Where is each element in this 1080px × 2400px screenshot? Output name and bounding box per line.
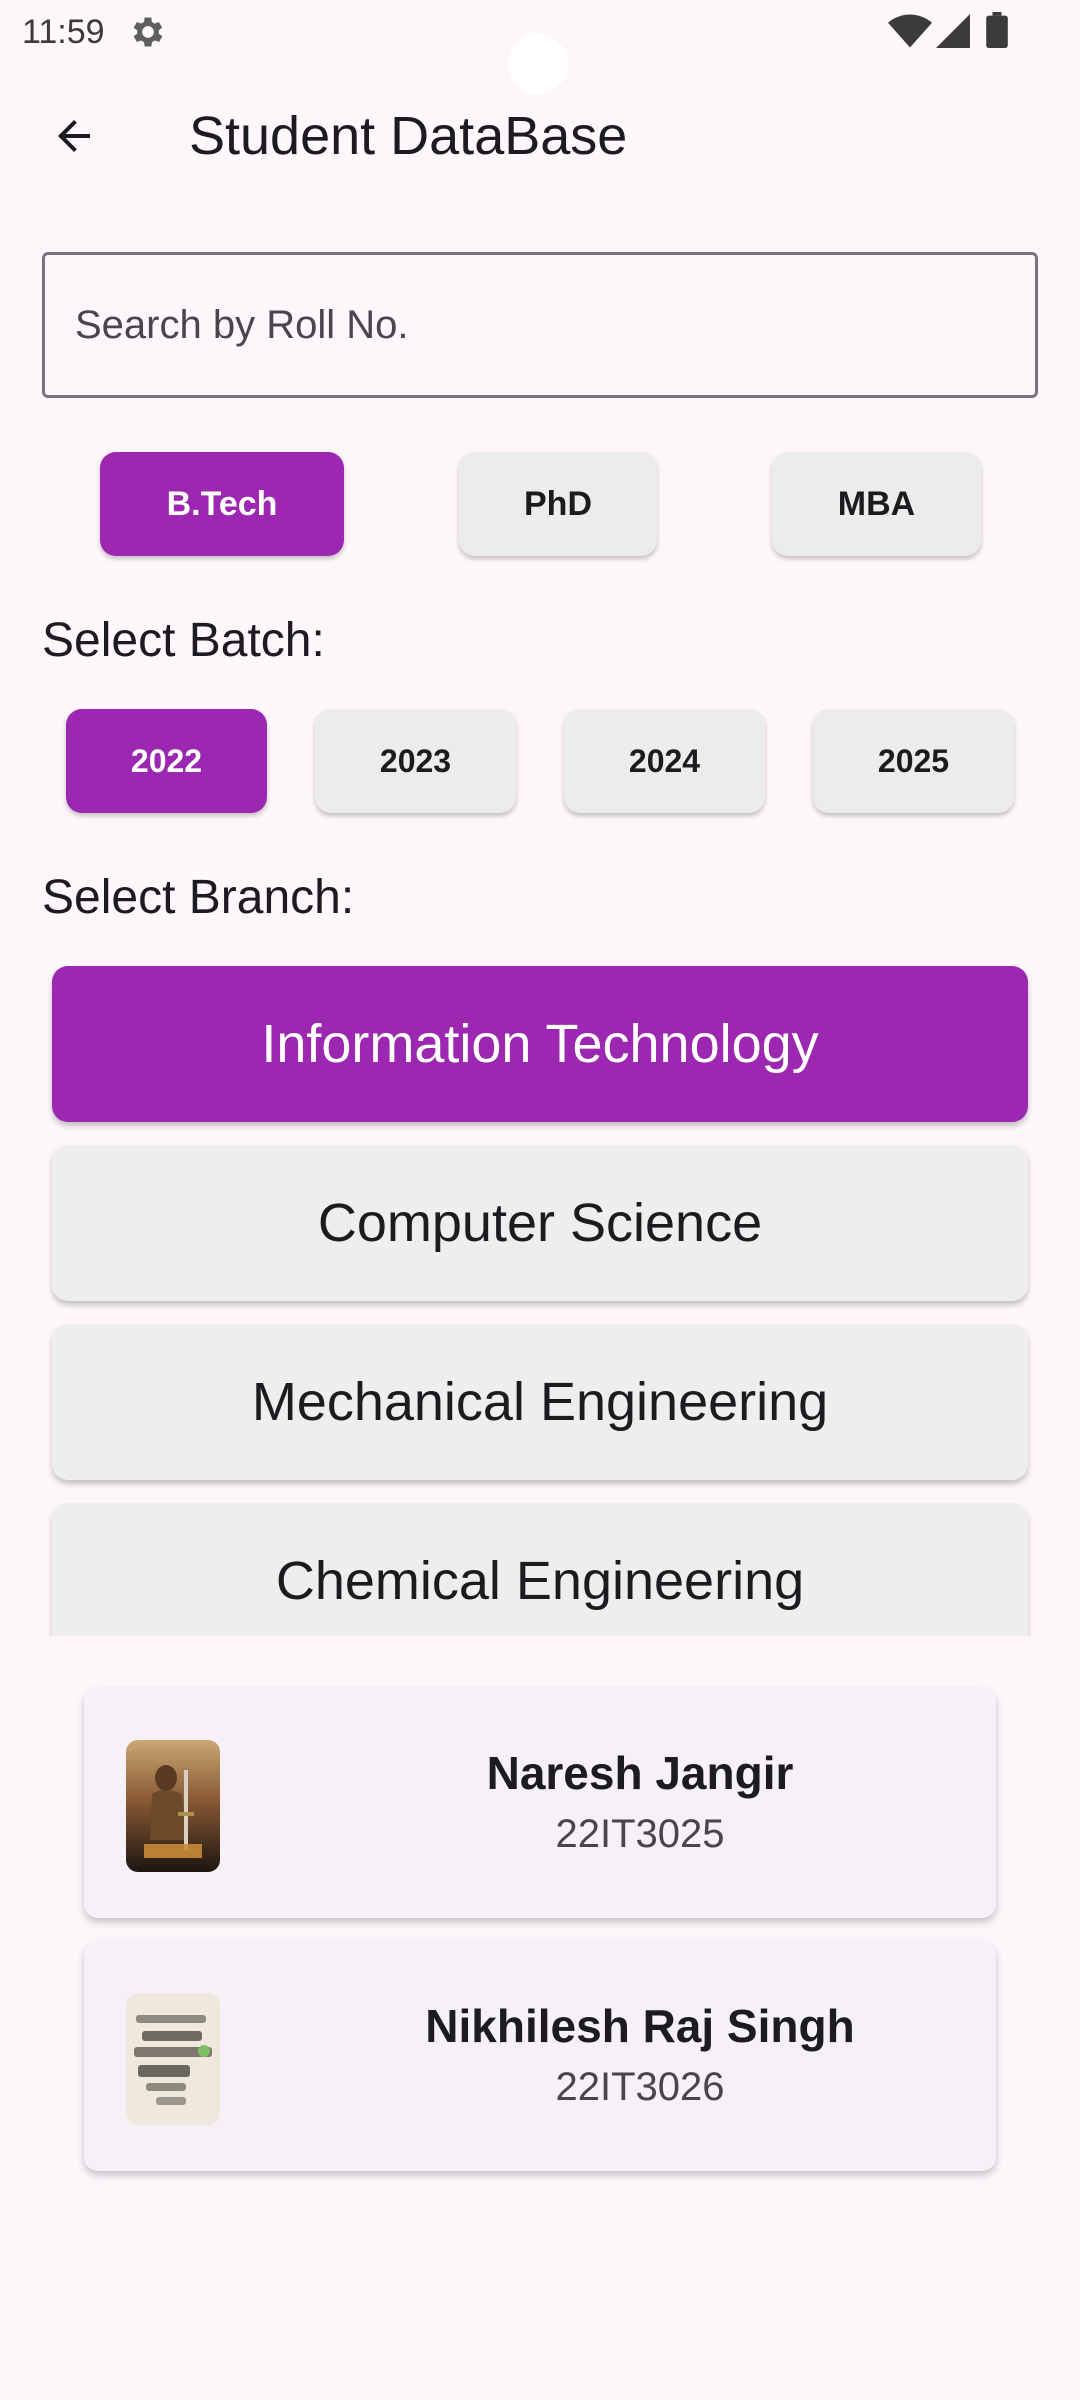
back-button[interactable]: [40, 100, 108, 172]
student-roll-number: 22IT3025: [555, 1812, 725, 1856]
program-chip-mba[interactable]: MBA: [772, 452, 981, 556]
program-chip-btech[interactable]: B.Tech: [100, 452, 344, 556]
branch-mechanical-engineering[interactable]: Mechanical Engineering: [52, 1324, 1028, 1480]
student-card[interactable]: Naresh Jangir 22IT3025: [84, 1688, 996, 1918]
batch-chip-2024[interactable]: 2024: [564, 709, 765, 813]
select-batch-label: Select Batch:: [42, 614, 325, 667]
battery-icon: [986, 12, 1008, 48]
search-input[interactable]: [42, 252, 1038, 398]
branch-computer-science[interactable]: Computer Science: [52, 1145, 1028, 1301]
student-avatar-image: [126, 1993, 220, 2125]
student-card[interactable]: Nikhilesh Raj Singh 22IT3026: [84, 1941, 996, 2171]
page-title: Student DataBase: [189, 106, 628, 166]
student-name: Naresh Jangir: [486, 1747, 794, 1799]
branch-chemical-engineering[interactable]: Chemical Engineering: [52, 1503, 1028, 1636]
wifi-icon: [888, 14, 932, 48]
student-name: Nikhilesh Raj Singh: [425, 2000, 855, 2052]
settings-gear-icon: [133, 17, 163, 47]
student-roll-number: 22IT3026: [555, 2065, 725, 2109]
branch-information-technology[interactable]: Information Technology: [52, 966, 1028, 1122]
signal-icon: [936, 14, 970, 48]
branch-list[interactable]: Information Technology Computer Science …: [42, 960, 1038, 1636]
arrow-back-icon: [58, 120, 90, 152]
program-chip-phd[interactable]: PhD: [459, 452, 657, 556]
status-time: 11:59: [22, 13, 105, 51]
batch-chip-2023[interactable]: 2023: [315, 709, 516, 813]
camera-cutout: [508, 34, 568, 94]
select-branch-label: Select Branch:: [42, 871, 355, 924]
batch-chip-2025[interactable]: 2025: [813, 709, 1014, 813]
student-avatar-image: [126, 1740, 220, 1872]
batch-chip-2022[interactable]: 2022: [66, 709, 267, 813]
